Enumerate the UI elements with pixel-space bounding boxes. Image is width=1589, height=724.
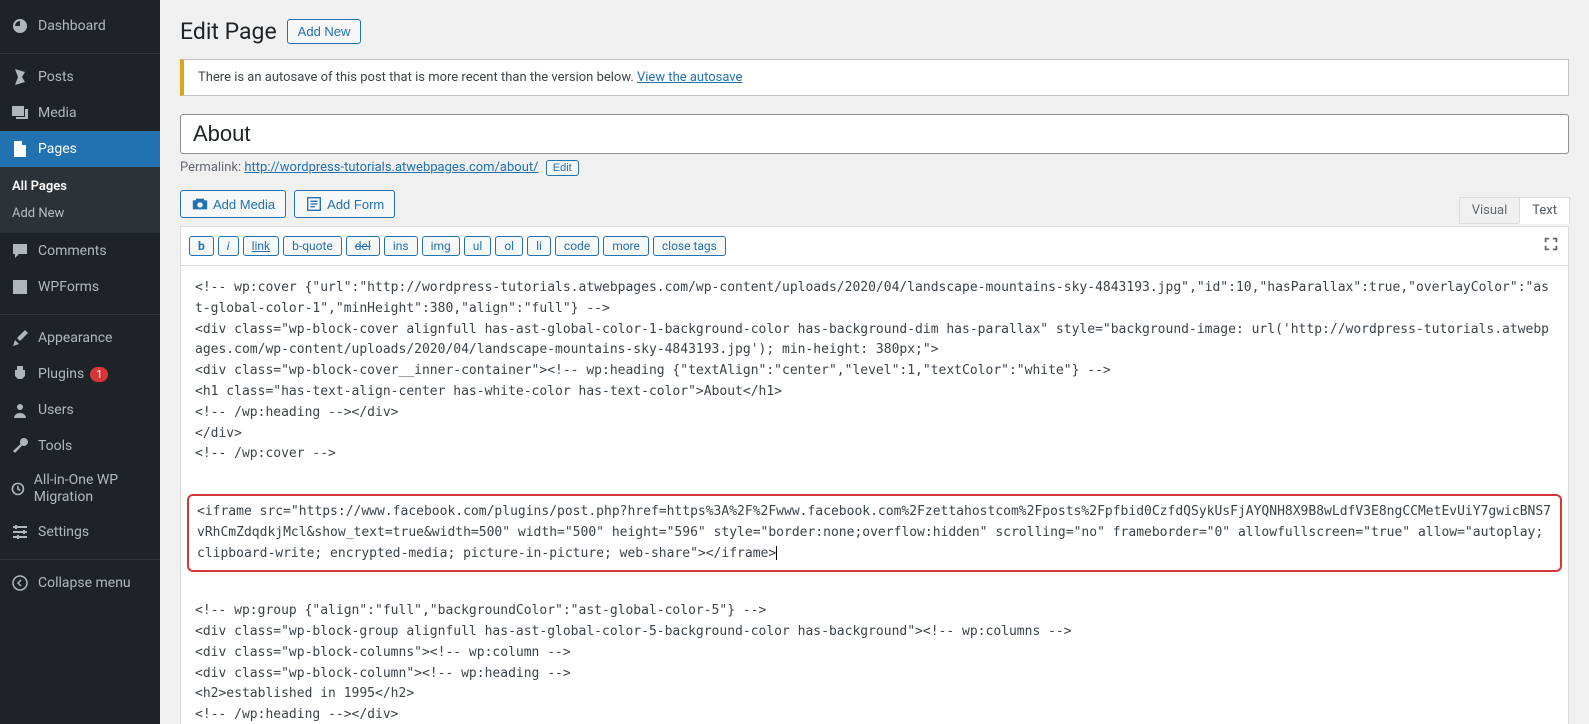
highlighted-iframe: <iframe src="https://www.facebook.com/pl… — [187, 494, 1562, 572]
notice-text: There is an autosave of this post that i… — [198, 70, 637, 85]
brush-icon — [10, 328, 30, 348]
comments-icon — [10, 241, 30, 261]
users-icon — [10, 400, 30, 420]
qt-link[interactable]: link — [243, 236, 280, 256]
sidebar-item-settings[interactable]: Settings — [0, 514, 160, 550]
qt-bquote[interactable]: b-quote — [283, 236, 342, 256]
migration-icon — [10, 479, 26, 499]
content-highlighted: <iframe src="https://www.facebook.com/pl… — [197, 504, 1551, 561]
submenu-add-new[interactable]: Add New — [0, 200, 160, 227]
menu-separator — [0, 49, 160, 54]
content-part1: <!-- wp:cover {"url":"http://wordpress-t… — [195, 280, 1549, 461]
tab-visual[interactable]: Visual — [1459, 197, 1521, 224]
form-icon — [305, 195, 323, 213]
sidebar-label: Dashboard — [38, 18, 106, 34]
add-form-button[interactable]: Add Form — [294, 190, 395, 218]
plugin-icon — [10, 364, 30, 384]
editor-wrap: b i link b-quote del ins img ul ol li co… — [180, 226, 1569, 724]
qt-code[interactable]: code — [555, 236, 599, 256]
sidebar-item-aio-migration[interactable]: All-in-One WP Migration — [0, 464, 160, 514]
add-new-button[interactable]: Add New — [287, 19, 362, 44]
plugins-badge: 1 — [90, 367, 108, 382]
sidebar-item-tools[interactable]: Tools — [0, 428, 160, 464]
sidebar-label: Media — [38, 105, 77, 121]
page-title: Edit Page — [180, 18, 277, 45]
sidebar-label: Appearance — [38, 330, 112, 346]
qt-more[interactable]: more — [603, 236, 649, 256]
sidebar-item-posts[interactable]: Posts — [0, 59, 160, 95]
permalink-link[interactable]: http://wordpress-tutorials.atwebpages.co… — [244, 160, 538, 175]
tools-icon — [10, 436, 30, 456]
sidebar-label: All-in-One WP Migration — [34, 472, 150, 506]
pages-icon — [10, 139, 30, 159]
tab-text[interactable]: Text — [1519, 197, 1570, 224]
content-textarea[interactable]: <!-- wp:cover {"url":"http://wordpress-t… — [181, 266, 1568, 724]
qt-i[interactable]: i — [218, 236, 239, 256]
pages-submenu: All Pages Add New — [0, 167, 160, 233]
qt-close-tags[interactable]: close tags — [653, 236, 726, 256]
page-heading: Edit Page Add New — [180, 0, 1569, 59]
add-media-button[interactable]: Add Media — [180, 190, 286, 218]
admin-sidebar: Dashboard Posts Media Pages All Pages Ad… — [0, 0, 160, 724]
camera-icon — [191, 195, 209, 213]
sidebar-item-media[interactable]: Media — [0, 95, 160, 131]
sidebar-item-plugins[interactable]: Plugins 1 — [0, 356, 160, 392]
qt-li[interactable]: li — [527, 236, 551, 256]
settings-icon — [10, 522, 30, 542]
qt-ul[interactable]: ul — [464, 236, 492, 256]
qt-del[interactable]: del — [346, 236, 380, 256]
autosave-notice: There is an autosave of this post that i… — [180, 59, 1569, 96]
menu-separator — [0, 555, 160, 560]
add-media-label: Add Media — [213, 197, 275, 212]
qt-ins[interactable]: ins — [384, 236, 418, 256]
pin-icon — [10, 67, 30, 87]
media-toolbar: Add Media Add Form — [180, 190, 1569, 218]
sidebar-item-users[interactable]: Users — [0, 392, 160, 428]
post-title-input[interactable] — [180, 114, 1569, 154]
content-part2: <!-- wp:group {"align":"full","backgroun… — [195, 603, 1072, 724]
sidebar-label: Comments — [38, 243, 107, 259]
sidebar-label: Users — [38, 402, 74, 418]
sidebar-label: Settings — [38, 524, 89, 540]
wpforms-icon — [10, 277, 30, 297]
sidebar-item-comments[interactable]: Comments — [0, 233, 160, 269]
editor-tabs: Visual Text — [1460, 197, 1570, 224]
media-icon — [10, 103, 30, 123]
submenu-all-pages[interactable]: All Pages — [0, 173, 160, 200]
quicktags-toolbar: b i link b-quote del ins img ul ol li co… — [181, 227, 1568, 266]
sidebar-label: Plugins — [38, 366, 84, 382]
menu-separator — [0, 310, 160, 315]
sidebar-label: Pages — [38, 141, 77, 157]
dashboard-icon — [10, 16, 30, 36]
fullscreen-button[interactable] — [1542, 235, 1560, 257]
sidebar-collapse[interactable]: Collapse menu — [0, 565, 160, 601]
view-autosave-link[interactable]: View the autosave — [637, 70, 742, 85]
sidebar-label: Tools — [38, 438, 72, 454]
main-content: Edit Page Add New There is an autosave o… — [160, 0, 1589, 724]
fullscreen-icon — [1542, 235, 1560, 253]
collapse-icon — [10, 573, 30, 593]
permalink-row: Permalink: http://wordpress-tutorials.at… — [180, 160, 1569, 176]
qt-img[interactable]: img — [422, 236, 460, 256]
sidebar-item-wpforms[interactable]: WPForms — [0, 269, 160, 305]
add-form-label: Add Form — [327, 197, 384, 212]
sidebar-label: WPForms — [38, 279, 99, 295]
permalink-label: Permalink: — [180, 160, 244, 175]
text-cursor — [776, 546, 777, 560]
permalink-edit-button[interactable]: Edit — [546, 160, 579, 176]
qt-b[interactable]: b — [189, 236, 214, 256]
sidebar-label: Posts — [38, 69, 74, 85]
sidebar-item-dashboard[interactable]: Dashboard — [0, 8, 160, 44]
qt-ol[interactable]: ol — [495, 236, 523, 256]
sidebar-item-appearance[interactable]: Appearance — [0, 320, 160, 356]
sidebar-item-pages[interactable]: Pages — [0, 131, 160, 167]
sidebar-label: Collapse menu — [38, 575, 131, 591]
